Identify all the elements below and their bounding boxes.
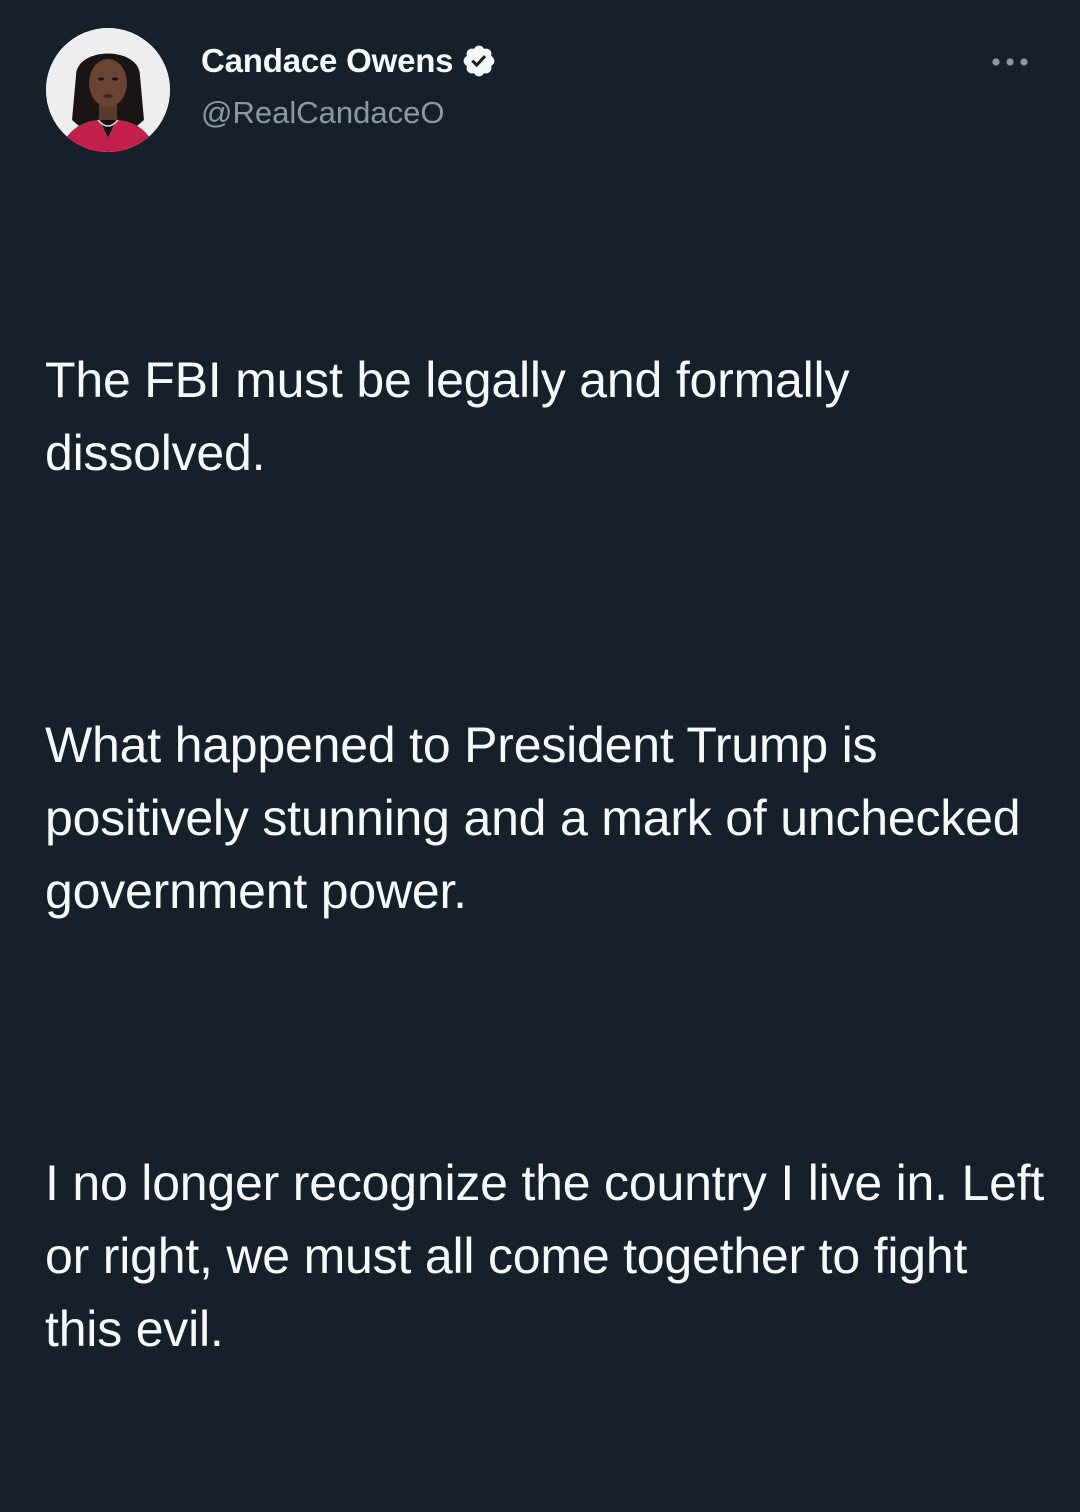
author-display-name[interactable]: Candace Owens <box>201 42 454 80</box>
avatar[interactable] <box>46 28 170 152</box>
tweet-paragraph: What happened to President Trump is posi… <box>45 717 1035 919</box>
verified-badge-icon <box>461 43 497 79</box>
profile-photo-icon <box>46 28 170 152</box>
tweet-text: The FBI must be legally and formally dis… <box>45 198 1055 1512</box>
tweet-paragraph: I no longer recognize the country I live… <box>45 1155 1058 1357</box>
author-handle[interactable]: @RealCandaceO <box>201 95 444 131</box>
more-horizontal-icon <box>992 58 1028 66</box>
tweet-paragraph: The FBI must be legally and formally dis… <box>45 352 863 481</box>
tweet-card: Candace Owens @RealCandaceO The FBI must… <box>0 0 1080 1357</box>
more-options-button[interactable] <box>986 44 1034 80</box>
author-name-row: Candace Owens <box>201 40 497 82</box>
